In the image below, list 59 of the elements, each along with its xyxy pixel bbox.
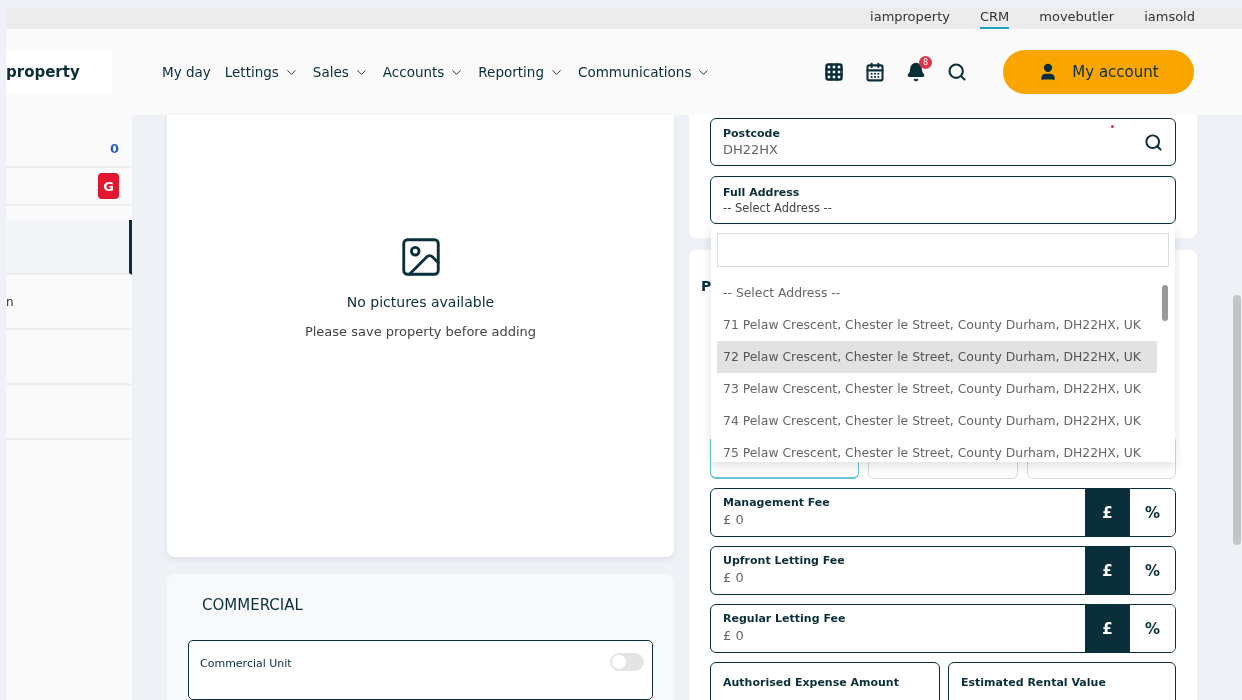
fee-field[interactable]: Regular Letting Fee £ 0 £ % [710,604,1176,653]
postcode-field[interactable]: Postcode DH22HX [710,118,1176,166]
apps-grid-button[interactable] [824,62,844,82]
portal-link[interactable]: iamproperty [870,9,950,29]
dropdown-option[interactable]: 75 Pelaw Crescent, Chester le Street, County Durham, DH22HX, UK [717,437,1157,469]
field-value: £ 0 [723,570,745,585]
dropdown-option[interactable]: 73 Pelaw Crescent, Chester le Street, County Durham, DH22HX, UK [717,373,1157,405]
sidebar-item[interactable]: G [6,168,132,206]
address-select[interactable]: Full Address -- Select Address -- [710,176,1176,224]
field-label: Authorised Expense Amount [723,676,899,689]
search-icon[interactable] [1144,132,1163,152]
status-badge: G [98,173,119,199]
field-label: Commercial Unit [200,657,292,672]
section-title: COMMERCIAL [201,595,304,616]
field-label: Estimated Rental Value [961,676,1106,689]
field-value: £ 0 [723,512,745,527]
logo[interactable]: property [6,51,112,93]
dropdown-search-field[interactable] [717,233,1169,267]
sidebar-item[interactable]: 0 [6,130,132,168]
field-label: Postcode [723,127,781,140]
field-label: Management Fee [723,496,831,509]
field-label: Full Address [723,185,801,199]
amount-field[interactable]: Estimated Rental Value [948,662,1176,700]
calendar-button[interactable] [865,62,885,82]
dropdown-option[interactable]: 74 Pelaw Crescent, Chester le Street, County Durham, DH22HX, UK [717,405,1157,437]
dropdown-option[interactable]: 72 Pelaw Crescent, Chester le Street, County Durham, DH22HX, UK [717,341,1157,373]
unit-toggle-button[interactable]: £ [1085,547,1130,594]
nav-item[interactable]: My day [162,64,211,80]
section-title: P [701,278,712,294]
empty-message: Please save property before adding [304,323,537,339]
search-button[interactable] [947,62,967,82]
empty-title: No pictures available [346,293,495,310]
nav-item[interactable]: Accounts [382,64,465,80]
toggle-switch[interactable] [610,653,644,671]
fee-field[interactable]: Management Fee £ 0 £ % [710,488,1176,537]
amount-field[interactable]: Authorised Expense Amount [710,662,940,700]
sidebar-label: n [6,294,14,309]
field-value: -- Select Address -- [723,200,833,215]
field-value: £ 0 [723,628,745,643]
my-account-button[interactable]: My account [1003,50,1194,94]
nav-item[interactable]: Lettings [224,64,299,80]
nav-item[interactable]: Sales [312,64,369,80]
sidebar-item[interactable] [6,220,132,275]
unit-toggle-button[interactable]: £ [1085,605,1130,652]
required-dot [1111,125,1114,128]
item-count: 0 [109,140,119,156]
nav-item[interactable]: Communications [578,64,712,80]
field-label: Regular Letting Fee [723,612,847,625]
nav-item[interactable]: Reporting [478,64,564,80]
dropdown-option[interactable]: 71 Pelaw Crescent, Chester le Street, County Durham, DH22HX, UK [717,309,1157,341]
fee-field[interactable]: Upfront Letting Fee £ 0 £ % [710,546,1176,595]
portal-link[interactable]: movebutler [1039,9,1115,29]
notification-count: 8 [919,56,932,69]
portal-link[interactable]: iamsold [1144,9,1195,29]
field-label: Upfront Letting Fee [723,554,846,567]
sidebar-item[interactable]: n [6,275,132,330]
unit-toggle-button[interactable]: £ [1085,489,1130,536]
field-value: DH22HX [723,142,779,157]
dropdown-option[interactable]: -- Select Address -- [717,277,1157,309]
